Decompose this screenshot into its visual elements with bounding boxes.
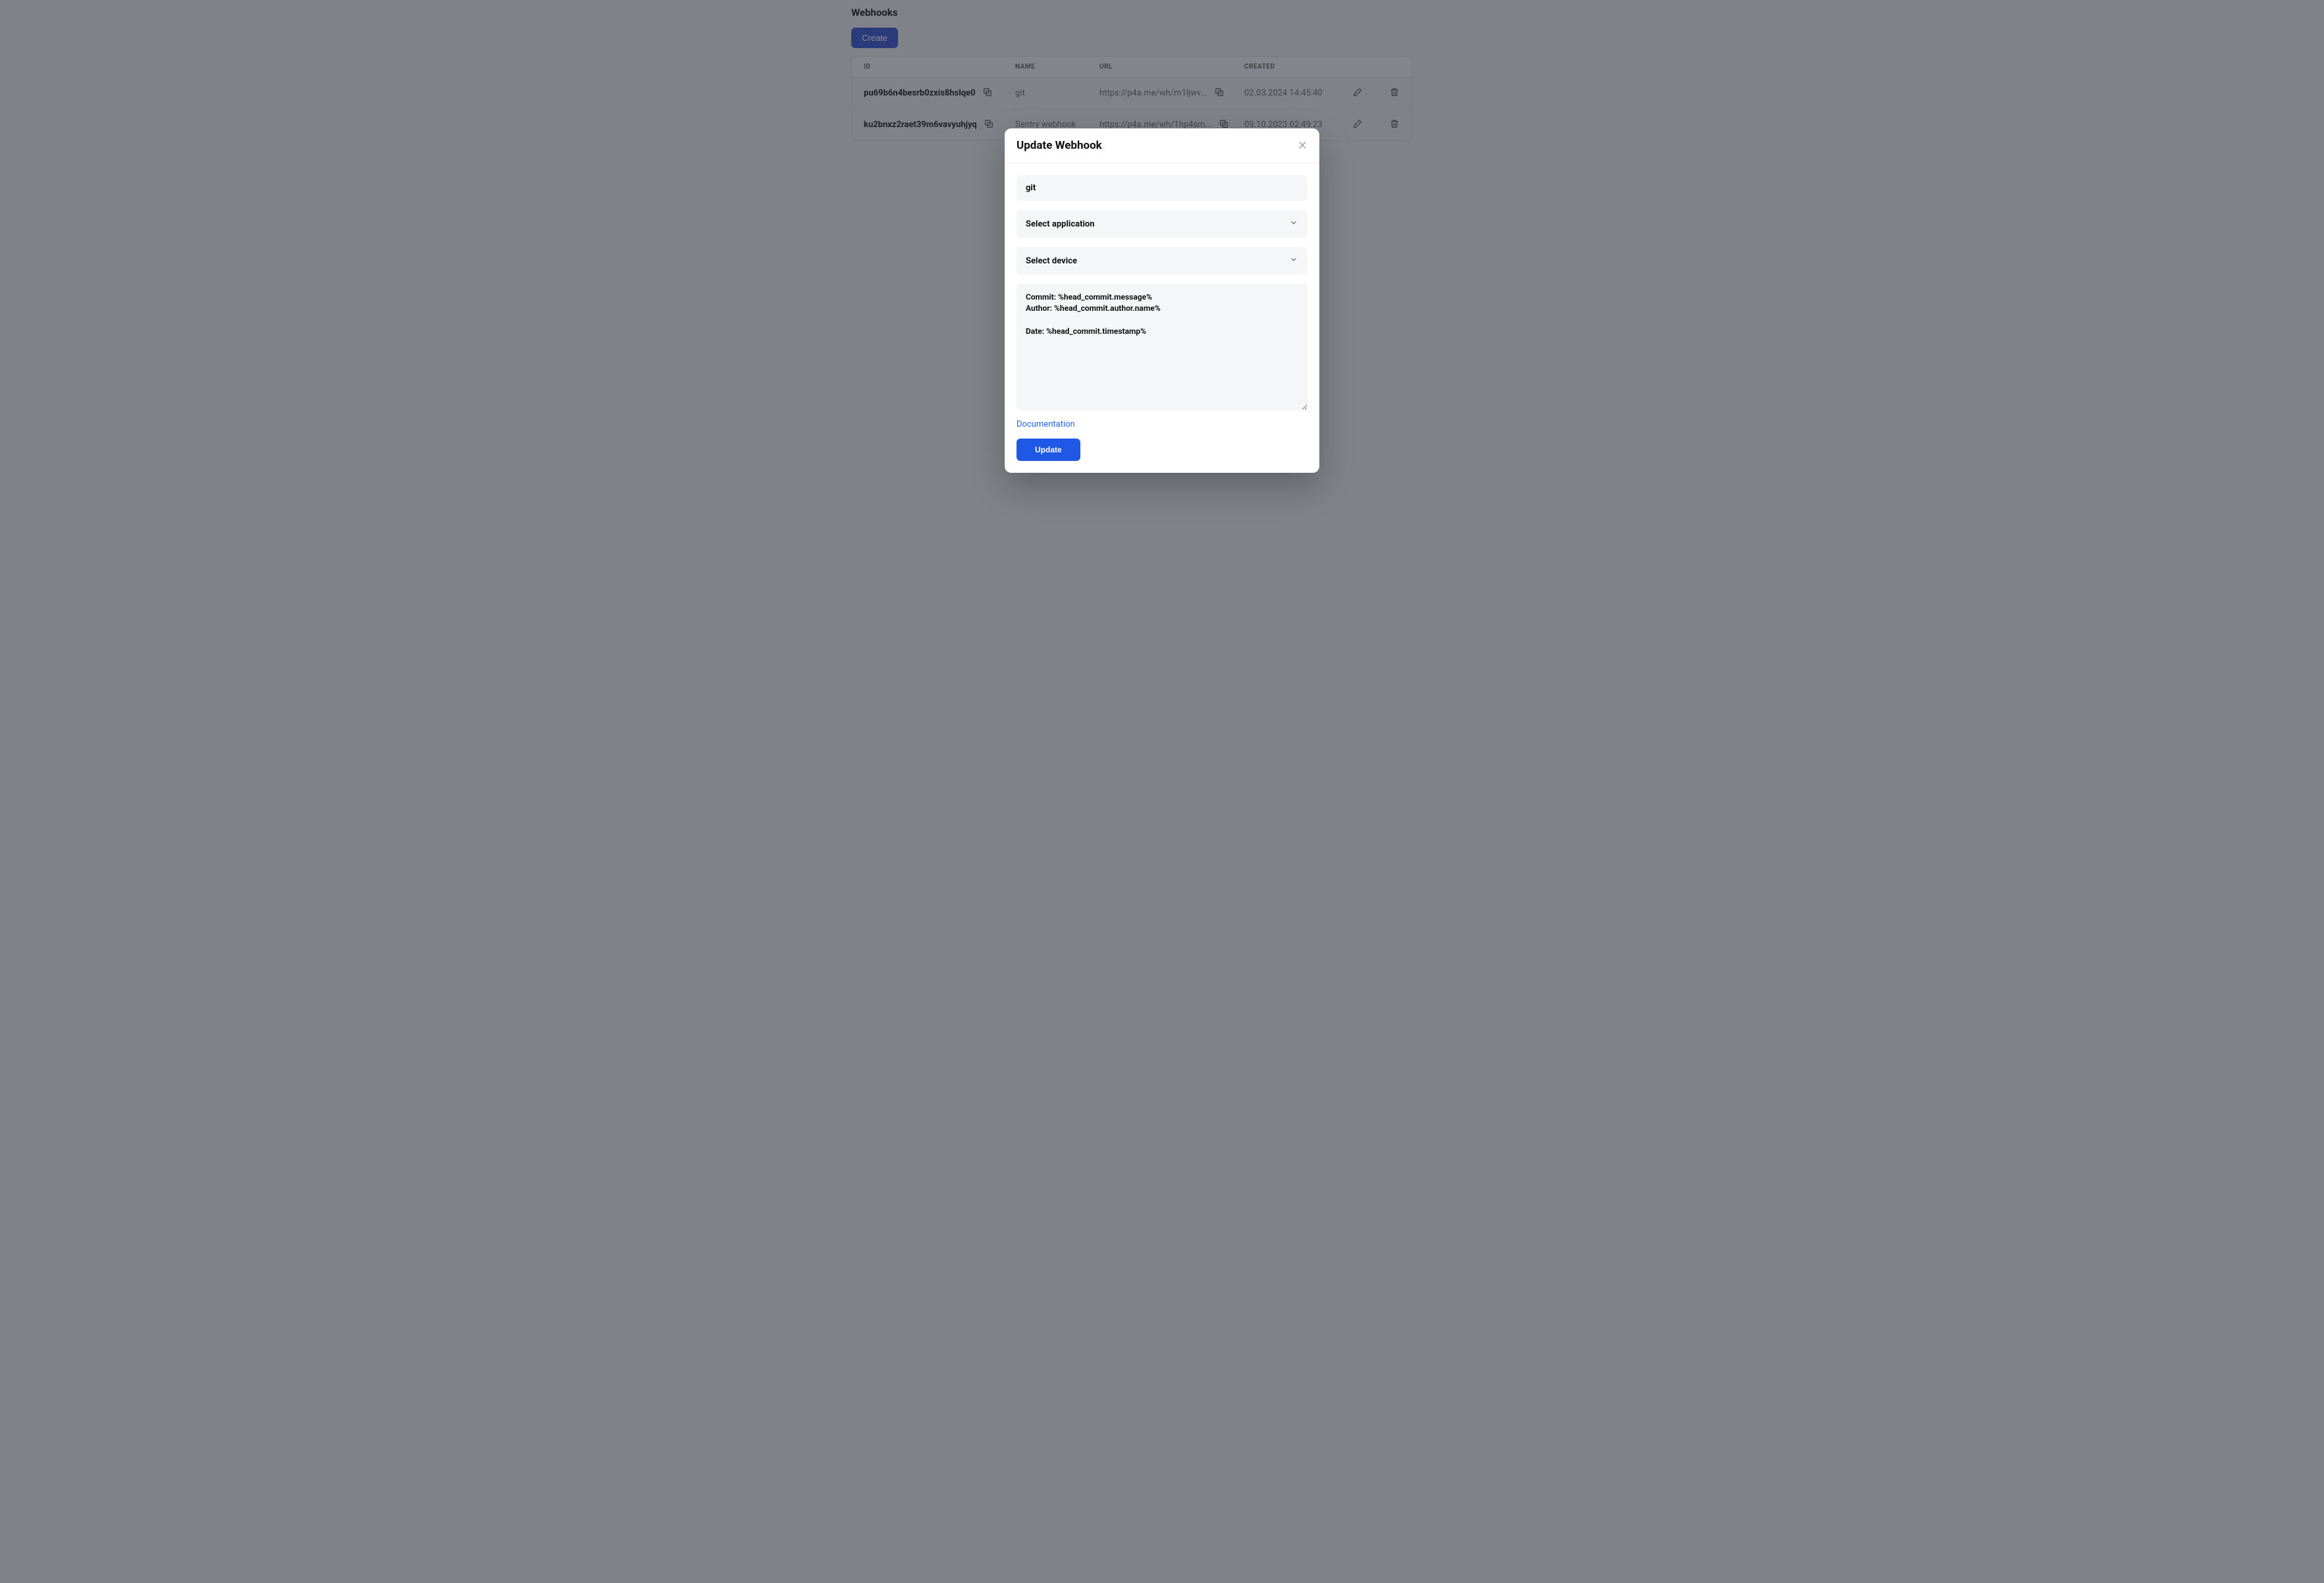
webhook-name-input[interactable] bbox=[1017, 175, 1307, 201]
chevron-down-icon bbox=[1289, 218, 1298, 230]
modal-title: Update Webhook bbox=[1017, 139, 1102, 152]
close-button[interactable]: ✕ bbox=[1298, 140, 1307, 151]
update-webhook-modal: Update Webhook ✕ Select application Sele… bbox=[1005, 128, 1319, 473]
modal-overlay: Update Webhook ✕ Select application Sele… bbox=[0, 0, 2324, 1583]
documentation-link[interactable]: Documentation bbox=[1017, 419, 1307, 429]
update-button[interactable]: Update bbox=[1017, 439, 1080, 461]
device-select[interactable]: Select device bbox=[1017, 247, 1307, 275]
chevron-down-icon bbox=[1289, 255, 1298, 267]
device-select-label: Select device bbox=[1026, 256, 1077, 266]
application-select-label: Select application bbox=[1026, 219, 1095, 229]
application-select[interactable]: Select application bbox=[1017, 210, 1307, 238]
close-icon: ✕ bbox=[1298, 139, 1307, 152]
template-textarea[interactable] bbox=[1017, 284, 1307, 410]
